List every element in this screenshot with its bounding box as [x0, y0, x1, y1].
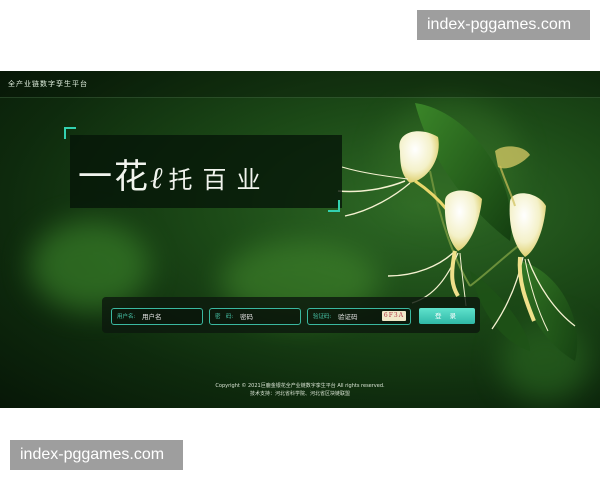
password-label: 密 码:	[215, 314, 234, 320]
slogan-panel: 一花ℓ 托百业	[70, 135, 342, 208]
tech-support-text: 技术支持：河北省科学院、河北省区块链联盟	[249, 391, 350, 397]
honeysuckle-flower-illustration	[337, 103, 578, 361]
footer: Copyright © 2021巨鹿金银花全产业链数字孪生平台 All righ…	[0, 382, 600, 398]
captcha-field[interactable]: 验证码: 验证码 6F3A	[307, 308, 411, 325]
copyright-text: Copyright © 2021巨鹿金银花全产业链数字孪生平台 All righ…	[215, 383, 385, 389]
slogan-text: 一花ℓ 托百业	[78, 149, 338, 198]
captcha-image[interactable]: 6F3A	[382, 311, 406, 321]
username-label: 用户名:	[117, 314, 136, 320]
captcha-input[interactable]: 验证码	[338, 311, 358, 321]
watermark-bottom: index-pggames.com	[10, 440, 183, 470]
slogan-part-3: 托百业	[168, 166, 271, 194]
slogan-part-1: 一花	[78, 157, 150, 197]
slogan-part-2: ℓ	[150, 161, 163, 196]
login-button[interactable]: 登 录	[419, 308, 475, 324]
login-form: 用户名: 用户名 密 码: 密码 验证码: 验证码 6F3A 登 录	[102, 297, 480, 333]
password-field[interactable]: 密 码: 密码	[209, 308, 301, 325]
username-input[interactable]: 用户名	[142, 311, 162, 321]
watermark-top: index-pggames.com	[417, 10, 590, 40]
password-input[interactable]: 密码	[240, 311, 253, 321]
username-field[interactable]: 用户名: 用户名	[111, 308, 203, 325]
corner-bracket-icon	[328, 200, 340, 212]
captcha-label: 验证码:	[313, 314, 332, 320]
login-page: 全产业链数字孪生平台 一花ℓ 托百业 用户名: 用户名 密 码: 密码 验证码:…	[0, 71, 600, 408]
